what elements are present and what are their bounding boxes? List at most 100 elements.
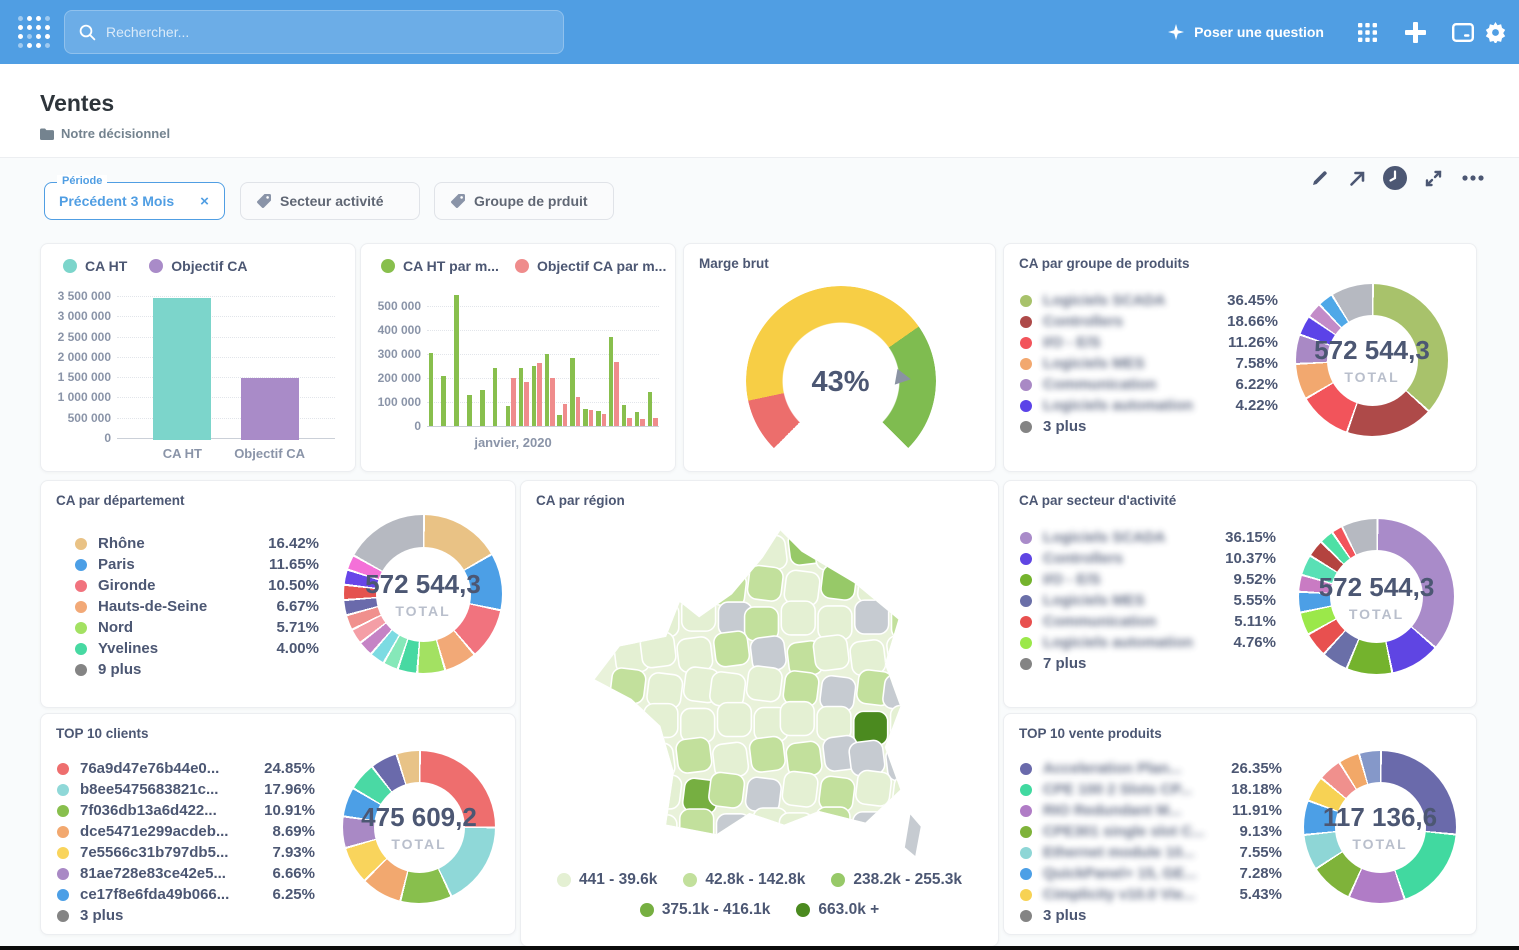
legend-item[interactable]: Controllers18.66% (1020, 311, 1278, 332)
legend-item[interactable]: dce5471e299acdeb...8.69% (57, 821, 315, 842)
bar[interactable] (596, 411, 601, 426)
legend-item[interactable]: Hauts-de-Seine6.67% (75, 596, 319, 617)
bar[interactable] (545, 354, 550, 426)
bar[interactable] (570, 358, 575, 426)
donut-legend[interactable]: Logiciels SCADA36.45%Controllers18.66%I/… (1020, 290, 1278, 437)
browse-data-button[interactable] (1347, 0, 1387, 64)
legend-item[interactable]: I/O - E/S9.52% (1020, 569, 1276, 590)
legend-item[interactable]: Communication5.11% (1020, 611, 1276, 632)
bar-chart-ca-par-mois[interactable]: 500 000400 000300 000200 000100 0000janv… (361, 286, 676, 464)
bar[interactable] (589, 410, 594, 426)
legend-item[interactable]: Logiciels SCADA36.15% (1020, 527, 1276, 548)
legend-item[interactable]: Logiciels SCADA36.45% (1020, 290, 1278, 311)
settings-button[interactable] (1471, 0, 1519, 64)
sharing-button[interactable] (1343, 164, 1371, 192)
filter-groupe[interactable]: Groupe de prduit (434, 182, 614, 220)
legend-item[interactable]: Objectif CA (149, 258, 247, 274)
bar[interactable] (429, 353, 434, 426)
more-options-button[interactable] (1459, 164, 1487, 192)
legend-more-item[interactable]: 3 plus (1020, 905, 1282, 926)
legend-item[interactable]: Logiciels MES7.58% (1020, 353, 1278, 374)
bar[interactable] (622, 405, 627, 426)
donut-legend[interactable]: Rhône16.42%Paris11.65%Gironde10.50%Hauts… (75, 533, 319, 680)
fullscreen-button[interactable] (1419, 164, 1447, 192)
legend-bar2[interactable]: CA HT par m...Objectif CA par m... (381, 258, 666, 274)
legend-item[interactable]: RIO Redundant M...11.91% (1020, 800, 1282, 821)
ask-question-button[interactable]: Poser une question (1167, 0, 1324, 64)
bar[interactable] (467, 395, 472, 426)
legend-item[interactable]: Acceleration Plan...26.35% (1020, 758, 1282, 779)
filter-clear-icon[interactable]: × (200, 193, 209, 210)
legend-item[interactable]: 7e5566c31b797db5...7.93% (57, 842, 315, 863)
bar[interactable] (480, 390, 485, 426)
bar[interactable] (583, 409, 588, 426)
legend-item[interactable]: Cimplicity v10.0 Vie...5.43% (1020, 884, 1282, 905)
legend-item[interactable]: Communication6.22% (1020, 374, 1278, 395)
bar[interactable] (153, 298, 211, 440)
bar-chart-ca-vs-objectif[interactable]: 3 500 0003 000 0002 500 0002 000 0001 50… (41, 284, 356, 464)
legend-bar1[interactable]: CA HT Objectif CA (63, 258, 248, 274)
legend-item[interactable]: 81ae728e83ce42e5...6.66% (57, 863, 315, 884)
bar[interactable] (635, 412, 640, 426)
legend-more-item[interactable]: 3 plus (1020, 416, 1278, 437)
bar[interactable] (511, 378, 516, 427)
bar[interactable] (524, 382, 529, 426)
breadcrumb[interactable]: Notre décisionnel (40, 126, 170, 141)
bar[interactable] (519, 368, 524, 426)
legend-item[interactable]: CPE 100 2 Slots CP...18.18% (1020, 779, 1282, 800)
legend-item[interactable]: Logiciels automation4.22% (1020, 395, 1278, 416)
donut-chart[interactable]: 572 544,3TOTAL (1296, 284, 1448, 436)
bar[interactable] (557, 415, 562, 426)
legend-item[interactable]: Nord5.71% (75, 617, 319, 638)
donut-chart[interactable]: 475 609,2TOTAL (343, 751, 495, 903)
legend-item[interactable]: 76a9d47e76b44e0...24.85% (57, 758, 315, 779)
bar[interactable] (614, 362, 619, 426)
legend-item[interactable]: ce17f8e6fda49b066...6.25% (57, 884, 315, 905)
france-choropleth-map[interactable] (561, 517, 961, 867)
bar[interactable] (454, 295, 459, 426)
donut-legend[interactable]: Logiciels SCADA36.15%Controllers10.37%I/… (1020, 527, 1276, 674)
bar[interactable] (648, 392, 653, 426)
filter-periode[interactable]: Période Précédent 3 Mois × (44, 182, 225, 220)
legend-item[interactable]: QuickPanel+ 15, GE...7.28% (1020, 863, 1282, 884)
legend-item[interactable]: Controllers10.37% (1020, 548, 1276, 569)
bar[interactable] (602, 414, 607, 426)
bar[interactable] (627, 418, 632, 426)
bar[interactable] (563, 404, 568, 426)
bar[interactable] (532, 366, 537, 427)
donut-legend[interactable]: Acceleration Plan...26.35%CPE 100 2 Slot… (1020, 758, 1282, 926)
legend-item[interactable]: Paris11.65% (75, 554, 319, 575)
legend-item[interactable]: I/O - E/S11.26% (1020, 332, 1278, 353)
donut-chart[interactable]: 572 544,3TOTAL (1299, 519, 1454, 674)
edit-dashboard-button[interactable] (1306, 164, 1334, 192)
bar[interactable] (537, 363, 542, 426)
legend-item[interactable]: Logiciels MES5.55% (1020, 590, 1276, 611)
bar[interactable] (241, 378, 299, 440)
donut-chart[interactable]: 572 544,3TOTAL (344, 515, 502, 673)
bar[interactable] (640, 419, 645, 426)
donut-chart[interactable]: 117 136,6TOTAL (1304, 751, 1456, 903)
donut-legend[interactable]: 76a9d47e76b44e0...24.85%b8ee5475683821c.… (57, 758, 315, 926)
bar[interactable] (506, 406, 511, 426)
filter-secteur[interactable]: Secteur activité (240, 182, 420, 220)
bar[interactable] (441, 376, 446, 426)
legend-item[interactable]: Ethernet module 10...7.55% (1020, 842, 1282, 863)
search-input[interactable]: Rechercher... (64, 10, 564, 54)
legend-item[interactable]: Logiciels automation4.76% (1020, 632, 1276, 653)
bar[interactable] (493, 368, 498, 426)
legend-more-item[interactable]: 9 plus (75, 659, 319, 680)
bar[interactable] (576, 397, 581, 426)
legend-item[interactable]: CPE301 single slot C...9.13% (1020, 821, 1282, 842)
legend-more-item[interactable]: 7 plus (1020, 653, 1276, 674)
metabase-logo[interactable] (14, 12, 54, 52)
auto-refresh-button[interactable] (1381, 164, 1409, 192)
legend-item[interactable]: 7f036db13a6d422...10.91% (57, 800, 315, 821)
legend-item[interactable]: Gironde10.50% (75, 575, 319, 596)
legend-more-item[interactable]: 3 plus (57, 905, 315, 926)
new-item-button[interactable] (1395, 0, 1435, 64)
legend-item[interactable]: Objectif CA par m... (515, 258, 666, 274)
legend-item[interactable]: b8ee5475683821c...17.96% (57, 779, 315, 800)
legend-item[interactable]: Rhône16.42% (75, 533, 319, 554)
legend-item[interactable]: CA HT (63, 258, 127, 274)
bar[interactable] (653, 418, 658, 426)
